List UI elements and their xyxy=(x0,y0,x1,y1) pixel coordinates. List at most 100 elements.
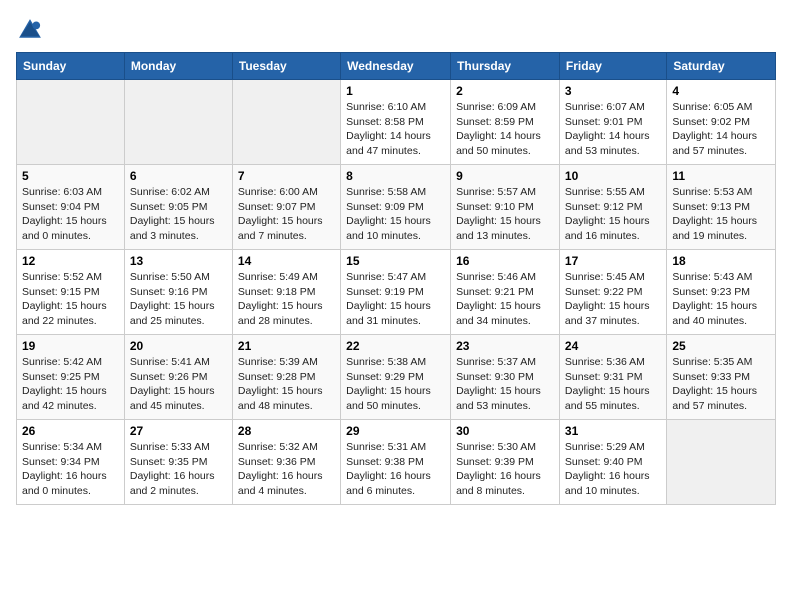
calendar-cell: 17Sunrise: 5:45 AMSunset: 9:22 PMDayligh… xyxy=(559,250,666,335)
day-number: 30 xyxy=(456,424,554,438)
day-info: Sunrise: 6:10 AMSunset: 8:58 PMDaylight:… xyxy=(346,100,445,159)
calendar-cell: 6 Sunrise: 6:02 AMSunset: 9:05 PMDaylight… xyxy=(124,165,232,250)
day-info: Sunrise: 6:05 AMSunset: 9:02 PMDaylight:… xyxy=(672,100,770,159)
calendar-week-row: 1 Sunrise: 6:10 AMSunset: 8:58 PMDaylight… xyxy=(17,80,776,165)
day-number: 18 xyxy=(672,254,770,268)
calendar-cell: 11 Sunrise: 5:53 AMSunset: 9:13 PMDayligh… xyxy=(667,165,776,250)
logo xyxy=(16,16,48,44)
day-info: Sunrise: 5:42 AMSunset: 9:25 PMDaylight:… xyxy=(22,355,119,414)
day-info: Sunrise: 5:31 AMSunset: 9:38 PMDaylight:… xyxy=(346,440,445,499)
calendar-cell: 27 Sunrise: 5:33 AMSunset: 9:35 PMDayligh… xyxy=(124,420,232,505)
day-number: 14 xyxy=(238,254,335,268)
day-info: Sunrise: 5:32 AMSunset: 9:36 PMDaylight:… xyxy=(238,440,335,499)
day-info: Sunrise: 5:39 AMSunset: 9:28 PMDaylight:… xyxy=(238,355,335,414)
day-number: 27 xyxy=(130,424,227,438)
day-info: Sunrise: 5:38 AMSunset: 9:29 PMDaylight:… xyxy=(346,355,445,414)
day-number: 7 xyxy=(238,169,335,183)
calendar-cell: 16 Sunrise: 5:46 AMSunset: 9:21 PMDayligh… xyxy=(451,250,560,335)
calendar-cell xyxy=(667,420,776,505)
day-info: Sunrise: 5:55 AMSunset: 9:12 PMDaylight:… xyxy=(565,185,661,244)
day-info: Sunrise: 5:35 AMSunset: 9:33 PMDaylight:… xyxy=(672,355,770,414)
day-number: 31 xyxy=(565,424,661,438)
day-number: 1 xyxy=(346,84,445,98)
calendar-cell: 29 Sunrise: 5:31 AMSunset: 9:38 PMDayligh… xyxy=(341,420,451,505)
day-number: 19 xyxy=(22,339,119,353)
calendar-header-monday: Monday xyxy=(124,53,232,80)
calendar-cell: 20Sunrise: 5:41 AMSunset: 9:26 PMDayligh… xyxy=(124,335,232,420)
day-number: 21 xyxy=(238,339,335,353)
logo-icon xyxy=(16,16,44,44)
calendar-cell: 30 Sunrise: 5:30 AMSunset: 9:39 PMDayligh… xyxy=(451,420,560,505)
day-number: 24 xyxy=(565,339,661,353)
calendar-cell: 4 Sunrise: 6:05 AMSunset: 9:02 PMDaylight… xyxy=(667,80,776,165)
calendar-cell: 9 Sunrise: 5:57 AMSunset: 9:10 PMDaylight… xyxy=(451,165,560,250)
day-info: Sunrise: 5:50 AMSunset: 9:16 PMDaylight:… xyxy=(130,270,227,329)
calendar-cell: 18Sunrise: 5:43 AMSunset: 9:23 PMDayligh… xyxy=(667,250,776,335)
day-number: 11 xyxy=(672,169,770,183)
day-number: 16 xyxy=(456,254,554,268)
day-number: 15 xyxy=(346,254,445,268)
calendar-cell xyxy=(232,80,340,165)
calendar-cell: 1 Sunrise: 6:10 AMSunset: 8:58 PMDaylight… xyxy=(341,80,451,165)
day-number: 9 xyxy=(456,169,554,183)
day-number: 26 xyxy=(22,424,119,438)
day-number: 23 xyxy=(456,339,554,353)
calendar-header-saturday: Saturday xyxy=(667,53,776,80)
day-info: Sunrise: 5:52 AMSunset: 9:15 PMDaylight:… xyxy=(22,270,119,329)
day-number: 2 xyxy=(456,84,554,98)
calendar-cell: 28Sunrise: 5:32 AMSunset: 9:36 PMDayligh… xyxy=(232,420,340,505)
day-number: 13 xyxy=(130,254,227,268)
calendar-cell: 31 Sunrise: 5:29 AMSunset: 9:40 PMDayligh… xyxy=(559,420,666,505)
day-info: Sunrise: 5:36 AMSunset: 9:31 PMDaylight:… xyxy=(565,355,661,414)
day-info: Sunrise: 5:33 AMSunset: 9:35 PMDaylight:… xyxy=(130,440,227,499)
calendar-table: SundayMondayTuesdayWednesdayThursdayFrid… xyxy=(16,52,776,505)
calendar-cell xyxy=(17,80,125,165)
calendar-cell: 23 Sunrise: 5:37 AMSunset: 9:30 PMDayligh… xyxy=(451,335,560,420)
day-number: 5 xyxy=(22,169,119,183)
day-info: Sunrise: 6:09 AMSunset: 8:59 PMDaylight:… xyxy=(456,100,554,159)
day-info: Sunrise: 6:00 AMSunset: 9:07 PMDaylight:… xyxy=(238,185,335,244)
day-info: Sunrise: 5:29 AMSunset: 9:40 PMDaylight:… xyxy=(565,440,661,499)
day-info: Sunrise: 5:30 AMSunset: 9:39 PMDaylight:… xyxy=(456,440,554,499)
day-info: Sunrise: 5:58 AMSunset: 9:09 PMDaylight:… xyxy=(346,185,445,244)
day-number: 6 xyxy=(130,169,227,183)
calendar-week-row: 12 Sunrise: 5:52 AMSunset: 9:15 PMDayligh… xyxy=(17,250,776,335)
day-number: 25 xyxy=(672,339,770,353)
day-info: Sunrise: 5:47 AMSunset: 9:19 PMDaylight:… xyxy=(346,270,445,329)
calendar-week-row: 5 Sunrise: 6:03 AMSunset: 9:04 PMDaylight… xyxy=(17,165,776,250)
calendar-cell: 21 Sunrise: 5:39 AMSunset: 9:28 PMDayligh… xyxy=(232,335,340,420)
day-info: Sunrise: 5:49 AMSunset: 9:18 PMDaylight:… xyxy=(238,270,335,329)
day-info: Sunrise: 5:53 AMSunset: 9:13 PMDaylight:… xyxy=(672,185,770,244)
day-number: 12 xyxy=(22,254,119,268)
calendar-header-tuesday: Tuesday xyxy=(232,53,340,80)
calendar-cell: 24 Sunrise: 5:36 AMSunset: 9:31 PMDayligh… xyxy=(559,335,666,420)
day-info: Sunrise: 5:46 AMSunset: 9:21 PMDaylight:… xyxy=(456,270,554,329)
calendar-cell: 3Sunrise: 6:07 AMSunset: 9:01 PMDaylight… xyxy=(559,80,666,165)
day-number: 22 xyxy=(346,339,445,353)
calendar-cell: 15 Sunrise: 5:47 AMSunset: 9:19 PMDayligh… xyxy=(341,250,451,335)
calendar-cell: 7 Sunrise: 6:00 AMSunset: 9:07 PMDaylight… xyxy=(232,165,340,250)
day-info: Sunrise: 5:34 AMSunset: 9:34 PMDaylight:… xyxy=(22,440,119,499)
day-info: Sunrise: 5:57 AMSunset: 9:10 PMDaylight:… xyxy=(456,185,554,244)
page-header xyxy=(16,16,776,44)
day-number: 10 xyxy=(565,169,661,183)
calendar-cell: 25 Sunrise: 5:35 AMSunset: 9:33 PMDayligh… xyxy=(667,335,776,420)
day-number: 4 xyxy=(672,84,770,98)
day-number: 8 xyxy=(346,169,445,183)
calendar-cell: 22 Sunrise: 5:38 AMSunset: 9:29 PMDayligh… xyxy=(341,335,451,420)
calendar-cell: 14 Sunrise: 5:49 AMSunset: 9:18 PMDayligh… xyxy=(232,250,340,335)
day-number: 29 xyxy=(346,424,445,438)
day-info: Sunrise: 5:41 AMSunset: 9:26 PMDaylight:… xyxy=(130,355,227,414)
day-info: Sunrise: 5:37 AMSunset: 9:30 PMDaylight:… xyxy=(456,355,554,414)
calendar-week-row: 26 Sunrise: 5:34 AMSunset: 9:34 PMDayligh… xyxy=(17,420,776,505)
day-number: 3 xyxy=(565,84,661,98)
day-info: Sunrise: 6:02 AMSunset: 9:05 PMDaylight:… xyxy=(130,185,227,244)
calendar-header-wednesday: Wednesday xyxy=(341,53,451,80)
calendar-header-row: SundayMondayTuesdayWednesdayThursdayFrid… xyxy=(17,53,776,80)
day-info: Sunrise: 6:03 AMSunset: 9:04 PMDaylight:… xyxy=(22,185,119,244)
day-info: Sunrise: 5:45 AMSunset: 9:22 PMDaylight:… xyxy=(565,270,661,329)
calendar-cell xyxy=(124,80,232,165)
calendar-cell: 19 Sunrise: 5:42 AMSunset: 9:25 PMDayligh… xyxy=(17,335,125,420)
calendar-week-row: 19 Sunrise: 5:42 AMSunset: 9:25 PMDayligh… xyxy=(17,335,776,420)
calendar-cell: 2 Sunrise: 6:09 AMSunset: 8:59 PMDaylight… xyxy=(451,80,560,165)
